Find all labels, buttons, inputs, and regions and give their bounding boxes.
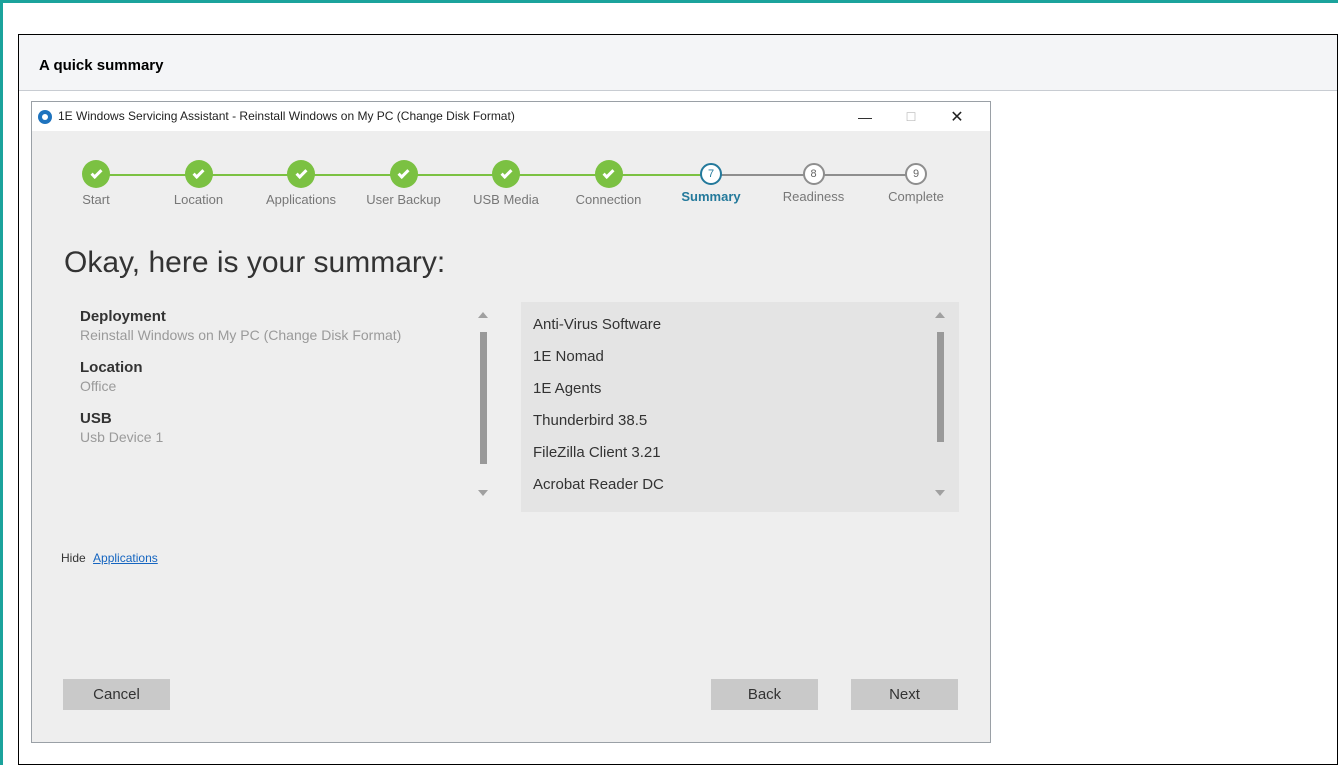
step-number: 8: [802, 163, 825, 185]
summary-value: Usb Device 1: [80, 429, 164, 445]
step-start: Start: [41, 160, 151, 207]
scroll-down-icon[interactable]: [935, 490, 945, 496]
next-button[interactable]: Next: [851, 679, 958, 710]
summary-list: Deployment Reinstall Windows on My PC (C…: [80, 308, 460, 504]
list-item: 1E Nomad: [533, 348, 604, 365]
back-button[interactable]: Back: [711, 679, 818, 710]
summary-value: Office: [80, 378, 117, 394]
summary-label: Location: [80, 359, 143, 376]
step-readiness: 8 Readiness: [759, 160, 869, 204]
step-label: Readiness: [782, 189, 845, 204]
summary-item-location: Location Office: [80, 359, 460, 394]
close-icon[interactable]: ✕: [934, 102, 980, 131]
summary-value: Reinstall Windows on My PC (Change Disk …: [80, 327, 402, 343]
scrollbar-thumb[interactable]: [480, 332, 487, 464]
step-label: Summary: [681, 189, 741, 204]
check-icon: [594, 160, 623, 188]
panel-title: A quick summary: [39, 57, 164, 74]
summary-label: Deployment: [80, 308, 166, 325]
step-summary: 7 Summary: [656, 160, 766, 204]
list-item: FileZilla Client 3.21: [533, 444, 661, 461]
scroll-up-icon[interactable]: [935, 312, 945, 318]
step-location: Location: [144, 160, 254, 207]
step-label: Applications: [265, 192, 337, 207]
assistant-window: 1E Windows Servicing Assistant - Reinsta…: [31, 101, 991, 743]
hide-applications-row: Hide Applications: [61, 551, 158, 565]
summary-item-usb: USB Usb Device 1: [80, 410, 460, 445]
step-usb-media: USB Media: [451, 160, 561, 207]
applications-link[interactable]: Applications: [93, 551, 158, 565]
check-icon: [492, 160, 520, 188]
summary-scrollbar[interactable]: [478, 312, 488, 502]
summary-panel: A quick summary 1E Windows Servicing Ass…: [18, 34, 1338, 765]
step-connection: Connection: [554, 160, 664, 207]
hide-label: Hide: [61, 551, 86, 565]
scroll-down-icon[interactable]: [478, 490, 488, 496]
step-label: Start: [82, 192, 110, 207]
minimize-icon[interactable]: —: [842, 102, 888, 131]
applications-scrollbar[interactable]: [935, 312, 945, 502]
step-complete: 9 Complete: [861, 160, 971, 204]
step-user-backup: User Backup: [349, 160, 459, 207]
maximize-icon[interactable]: ☐: [888, 102, 934, 131]
scroll-up-icon[interactable]: [478, 312, 488, 318]
panel-header: A quick summary: [19, 35, 1337, 91]
app-logo-icon: [38, 110, 52, 124]
progress-stepper: Start Location Applications User Backup USB …: [76, 160, 944, 216]
window-title: 1E Windows Servicing Assistant - Reinsta…: [58, 109, 515, 123]
check-icon: [389, 160, 418, 188]
step-number: 9: [905, 163, 927, 185]
summary-label: USB: [80, 410, 112, 427]
list-item: 1E Agents: [533, 380, 602, 397]
step-label: USB Media: [473, 192, 539, 207]
page-heading: Okay, here is your summary:: [64, 246, 446, 279]
list-item: Thunderbird 38.5: [533, 412, 648, 429]
check-icon: [82, 160, 110, 188]
step-label: Complete: [888, 189, 944, 204]
step-number: 7: [700, 163, 722, 185]
check-icon: [287, 160, 315, 188]
list-item: Anti-Virus Software: [533, 316, 662, 333]
list-item: Acrobat Reader DC: [533, 476, 664, 493]
summary-item-deployment: Deployment Reinstall Windows on My PC (C…: [80, 308, 460, 343]
scrollbar-thumb[interactable]: [937, 332, 944, 442]
step-applications: Applications: [246, 160, 356, 207]
step-label: User Backup: [366, 192, 441, 207]
step-label: Connection: [575, 192, 642, 207]
check-icon: [184, 160, 213, 188]
window-titlebar: 1E Windows Servicing Assistant - Reinsta…: [32, 102, 990, 131]
applications-list: Anti-Virus Software 1E Nomad 1E Agents T…: [521, 302, 959, 512]
step-label: Location: [173, 192, 224, 207]
cancel-button[interactable]: Cancel: [63, 679, 170, 710]
